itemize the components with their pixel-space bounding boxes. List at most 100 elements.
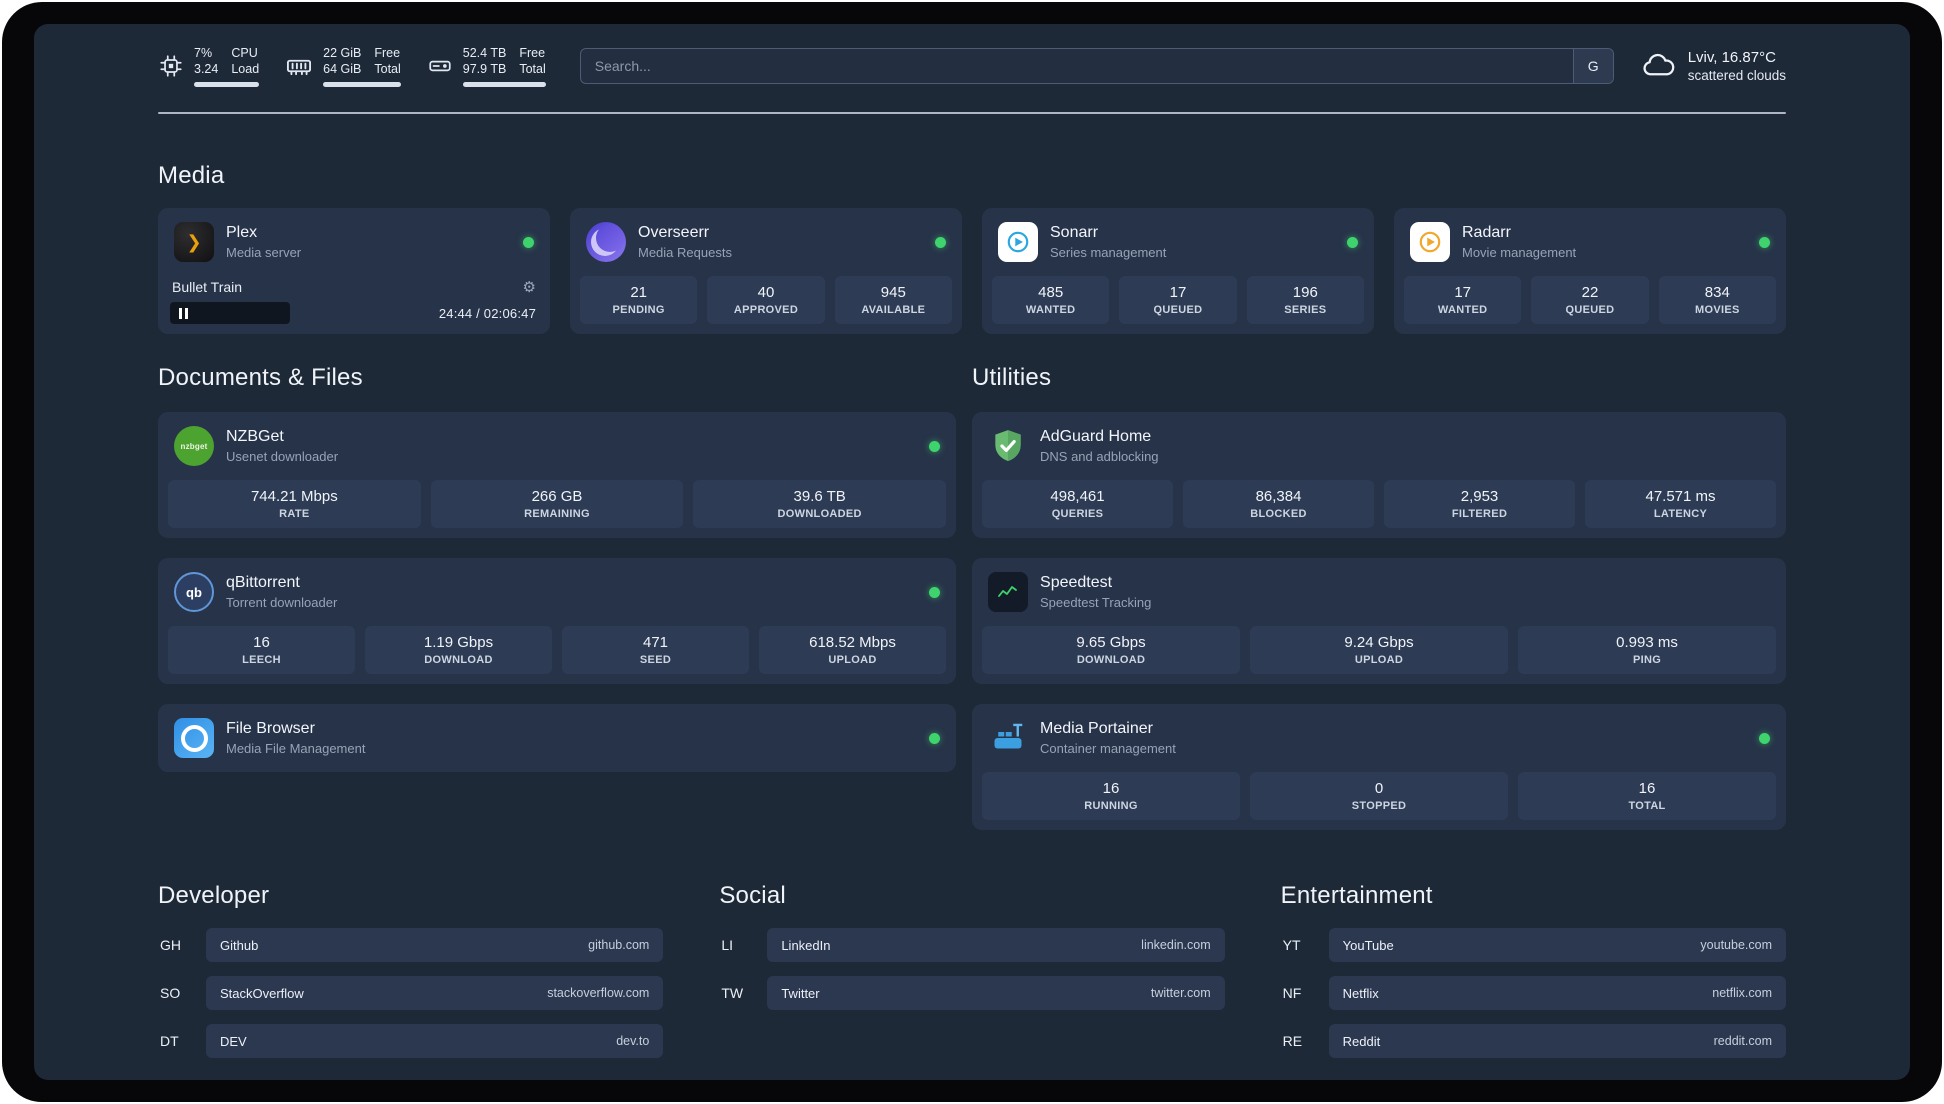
bookmark-abbr: DT — [160, 1033, 179, 1049]
bookmark-url: youtube.com — [1700, 938, 1772, 952]
stat-label: APPROVED — [733, 304, 799, 316]
status-dot — [935, 236, 946, 248]
speedtest-card[interactable]: Speedtest Speedtest Tracking 9.65 Gbps D… — [972, 558, 1786, 684]
stat-value: 471 — [642, 634, 669, 651]
stat-label: TOTAL — [1628, 800, 1666, 812]
app-name: File Browser — [226, 720, 315, 737]
filebrowser-card[interactable]: File Browser Media File Management — [158, 704, 957, 772]
section-title-documents: Documents & Files — [158, 364, 363, 391]
cpu-label-top: CPU — [231, 45, 258, 60]
app-subtitle: Movie management — [1462, 245, 1577, 260]
stat-tile: 1.19 Gbps DOWNLOAD — [365, 626, 552, 674]
bookmark-name: YouTube — [1342, 937, 1394, 953]
dashboard: 7% 3.24 CPU Load 22 GiB 64 GiB Free Tota… — [34, 24, 1910, 1080]
pause-icon[interactable] — [179, 307, 188, 319]
stat-tile: 16 TOTAL — [1518, 772, 1777, 820]
stat-label: LATENCY — [1653, 508, 1708, 520]
status-dot — [523, 236, 534, 248]
adguard-card[interactable]: AdGuard Home DNS and adblocking 498,461 … — [972, 412, 1786, 538]
bookmark-url: twitter.com — [1150, 986, 1211, 1000]
stat-value: 0.993 ms — [1616, 634, 1678, 651]
stat-tile: 834 MOVIES — [1658, 276, 1776, 324]
cloud-icon — [1640, 48, 1676, 84]
stat-tile: 945 AVAILABLE — [834, 276, 952, 324]
status-dot — [929, 440, 941, 452]
stat-tile: 196 SERIES — [1246, 276, 1364, 324]
radarr-card[interactable]: Radarr Movie management 17 WANTED 22 QUE… — [1394, 208, 1786, 334]
stat-value: 40 — [757, 284, 775, 301]
search-input[interactable] — [580, 49, 1573, 83]
stat-label: QUEUED — [1153, 304, 1203, 316]
cpu-icon — [158, 53, 184, 79]
sonarr-card[interactable]: Sonarr Series management 485 WANTED 17 Q… — [982, 208, 1374, 334]
stat-label: STOPPED — [1351, 800, 1407, 812]
gear-icon[interactable]: ⚙ — [523, 280, 536, 295]
plex-now-playing: Bullet Train ⚙ 24:44 / 02:06:47 — [168, 271, 540, 324]
stat-label: BLOCKED — [1250, 508, 1307, 520]
bookmark-name: StackOverflow — [220, 985, 304, 1001]
stat-tile: 471 SEED — [562, 626, 749, 674]
bookmark-youtube[interactable]: YT YouTube youtube.com — [1281, 928, 1786, 962]
stat-label: RATE — [279, 508, 310, 520]
bookmark-dev[interactable]: DT DEV dev.to — [158, 1024, 664, 1058]
stat-tile: 498,461 QUERIES — [982, 480, 1174, 528]
weather-widget[interactable]: Lviv, 16.87°C scattered clouds — [1640, 48, 1786, 84]
status-dot — [1347, 236, 1358, 248]
stat-value: 485 — [1038, 284, 1064, 301]
bookmark-netflix[interactable]: NF Netflix netflix.com — [1281, 976, 1786, 1010]
section-title-social: Social — [719, 882, 786, 909]
bookmark-url: dev.to — [616, 1034, 650, 1048]
stat-label: UPLOAD — [828, 654, 877, 666]
stat-label: FILTERED — [1451, 508, 1508, 520]
portainer-card[interactable]: Media Portainer Container management 16 … — [972, 704, 1786, 830]
disk-icon — [427, 53, 453, 79]
overseerr-card[interactable]: Overseerr Media Requests 21 PENDING 40 A… — [570, 208, 962, 334]
stat-tile: 485 WANTED — [992, 276, 1110, 324]
bookmark-abbr: SO — [160, 985, 181, 1001]
status-dot — [1759, 236, 1770, 248]
app-subtitle: DNS and adblocking — [1040, 449, 1159, 464]
bookmark-reddit[interactable]: RE Reddit reddit.com — [1281, 1024, 1786, 1058]
app-name: Media Portainer — [1040, 720, 1153, 737]
stat-value: 1.19 Gbps — [423, 634, 494, 651]
stat-tile: 17 WANTED — [1404, 276, 1522, 324]
app-subtitle: Media Requests — [638, 245, 732, 260]
stat-tile: 618.52 Mbps UPLOAD — [759, 626, 946, 674]
stat-value: 834 — [1704, 284, 1730, 301]
ram-label-top: Free — [374, 45, 401, 60]
stat-value: 17 — [1169, 284, 1187, 301]
bookmark-stackoverflow[interactable]: SO StackOverflow stackoverflow.com — [158, 976, 664, 1010]
section-title-utilities: Utilities — [972, 364, 1052, 391]
media-grid: ❯ Plex Media server Bullet Train ⚙ 24:44… — [158, 208, 1786, 334]
plex-card[interactable]: ❯ Plex Media server Bullet Train ⚙ 24:44… — [158, 208, 550, 334]
bookmark-twitter[interactable]: TW Twitter twitter.com — [719, 976, 1225, 1010]
app-name: Speedtest — [1040, 574, 1113, 591]
overseerr-icon — [586, 222, 626, 262]
ram-widget: 22 GiB 64 GiB Free Total — [285, 45, 401, 88]
stat-label: DOWNLOAD — [424, 654, 493, 666]
stat-value: 86,384 — [1255, 488, 1302, 505]
ram-free-value: 22 GiB — [323, 45, 362, 60]
portainer-icon — [988, 718, 1028, 758]
qbittorrent-card[interactable]: qb qBittorrent Torrent downloader 16 LEE… — [158, 558, 957, 684]
stat-value: 21 — [630, 284, 647, 301]
bookmarks: Developer GH Github github.com SO StackO… — [158, 882, 1786, 1080]
stat-tile: 9.24 Gbps UPLOAD — [1250, 626, 1509, 674]
stat-label: WANTED — [1025, 304, 1076, 316]
adguard-icon — [988, 426, 1028, 466]
app-subtitle: Torrent downloader — [226, 595, 338, 610]
bookmark-linkedin[interactable]: LI LinkedIn linkedin.com — [719, 928, 1225, 962]
qbittorrent-icon-text: qb — [186, 584, 202, 600]
stat-label: SEED — [639, 654, 672, 666]
bookmark-github[interactable]: GH Github github.com — [158, 928, 664, 962]
weather-location: Lviv, 16.87°C — [1687, 49, 1776, 66]
nzbget-card[interactable]: nzbget NZBGet Usenet downloader 744.21 M… — [158, 412, 957, 538]
stat-label: DOWNLOAD — [1076, 654, 1146, 666]
weather-condition: scattered clouds — [1687, 68, 1786, 83]
app-name: NZBGet — [226, 428, 284, 445]
stat-tile: 22 QUEUED — [1531, 276, 1649, 324]
seek-bar[interactable] — [170, 302, 290, 324]
stat-tile: 266 GB REMAINING — [430, 480, 684, 528]
search-engine-button[interactable]: G — [1572, 49, 1613, 83]
stat-value: 196 — [1292, 284, 1318, 301]
